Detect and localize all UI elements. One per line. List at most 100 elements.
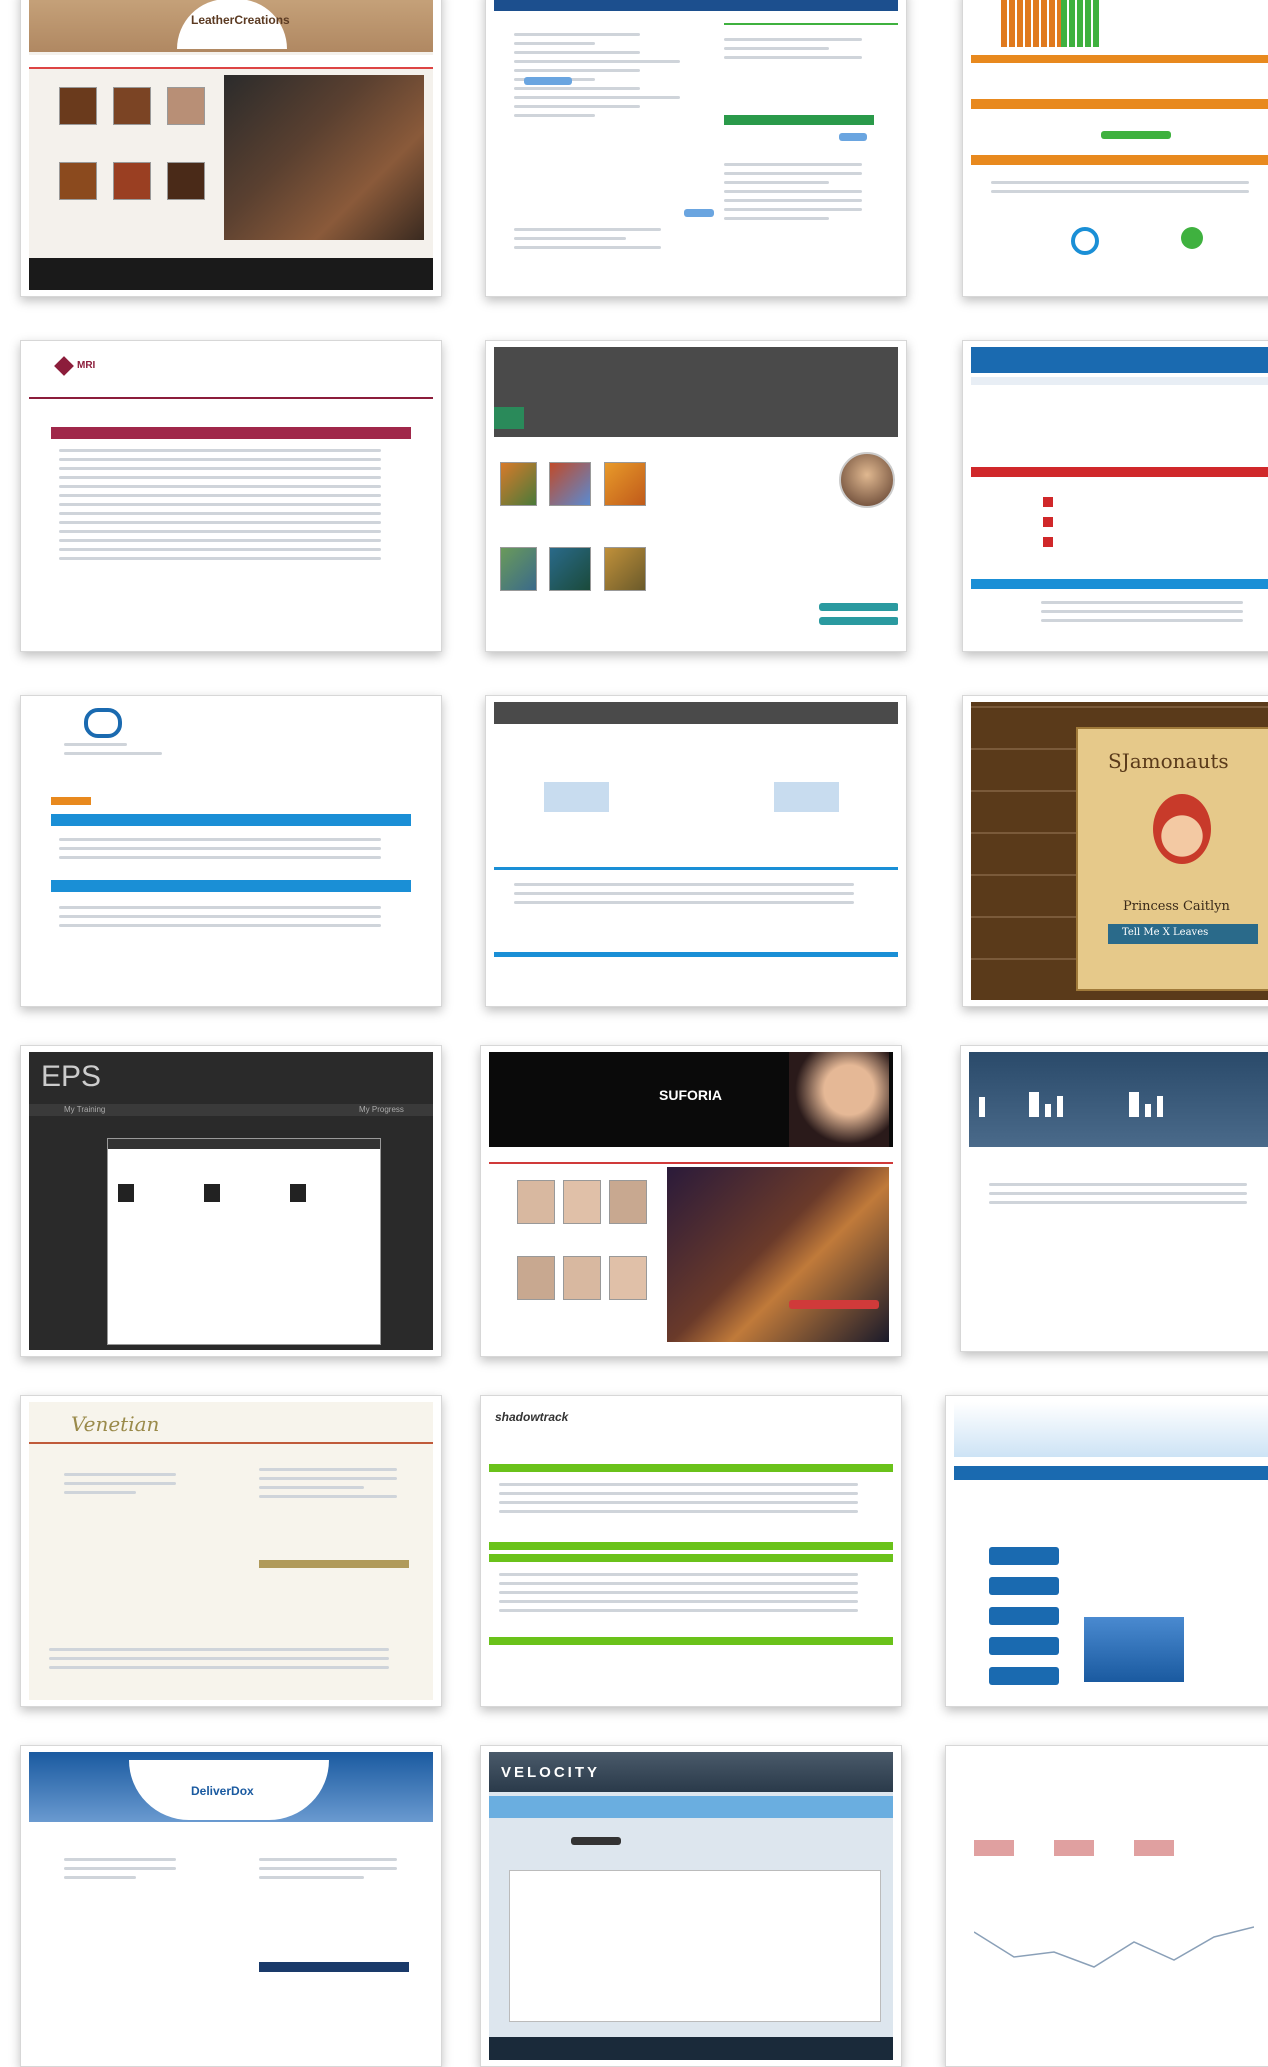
- figure-icon[interactable]: [204, 1184, 220, 1202]
- thumbnail-velocity[interactable]: VELOCITY: [480, 1745, 902, 2067]
- photo-thumb-1[interactable]: [500, 462, 537, 506]
- thumbnail-eps[interactable]: EPS My Training My Progress: [20, 1045, 442, 1357]
- shadowtrack-bar-1: [489, 1464, 893, 1472]
- progress-ring-icon: [1071, 227, 1099, 255]
- thumbnail-leather-creations[interactable]: LeatherCreations: [20, 0, 442, 297]
- photo-app-home-icon[interactable]: [494, 407, 524, 429]
- suforia-venue-image: [667, 1167, 889, 1342]
- thumbnail-hoble[interactable]: [945, 1395, 1268, 1707]
- suforia-model-image: [789, 1052, 889, 1147]
- hoble-header: [954, 1402, 1268, 1457]
- photo-app-change-button[interactable]: [819, 603, 898, 611]
- velocity-active-tab[interactable]: [571, 1837, 621, 1845]
- hoble-sidebar-button-5[interactable]: [989, 1667, 1059, 1685]
- my-groups-bar: [51, 814, 411, 826]
- jamonauts-logo: SJamonauts: [1108, 749, 1229, 773]
- kpi-tile-1[interactable]: [974, 1840, 1014, 1856]
- swatch-1[interactable]: [59, 87, 97, 125]
- stats-header: [969, 1052, 1268, 1147]
- shadowtrack-logo: shadowtrack: [495, 1410, 569, 1424]
- portrait-5[interactable]: [563, 1256, 601, 1300]
- stat-bar: [1057, 1096, 1063, 1117]
- line-chart: [974, 1926, 1254, 1968]
- form-app-button[interactable]: [524, 77, 572, 85]
- photo-app-save-button[interactable]: [819, 617, 898, 625]
- hoble-sidebar-button-3[interactable]: [989, 1607, 1059, 1625]
- hoble-sidebar-button-2[interactable]: [989, 1577, 1059, 1595]
- portrait-4[interactable]: [517, 1256, 555, 1300]
- figure-icon[interactable]: [290, 1184, 306, 1202]
- thumbnail-line-chart[interactable]: [945, 1745, 1268, 2067]
- stat-bar: [1157, 1096, 1163, 1117]
- portrait-1[interactable]: [517, 1180, 555, 1224]
- pdf-icon[interactable]: [1043, 517, 1053, 527]
- velocity-nav[interactable]: [489, 1796, 893, 1818]
- swatch-3[interactable]: [167, 87, 205, 125]
- banner-text: Tell Me X Leaves: [1122, 927, 1209, 938]
- stat-bar: [1029, 1092, 1039, 1117]
- swatch-2[interactable]: [113, 87, 151, 125]
- mri-title: MRI: [77, 360, 96, 371]
- portrait-3[interactable]: [609, 1180, 647, 1224]
- thumbnail-shadowtrack[interactable]: shadowtrack: [480, 1395, 902, 1707]
- suforia-book-button[interactable]: [789, 1300, 879, 1309]
- character-name: Princess Caitlyn: [1123, 899, 1230, 914]
- blue-welcome-nav[interactable]: [971, 377, 1268, 385]
- hoble-chart: [1084, 1617, 1184, 1682]
- thumbnail-orange-dashboard[interactable]: [962, 0, 1268, 297]
- kpi-tile-3[interactable]: [1134, 1840, 1174, 1856]
- suforia-logo: SUFORIA: [659, 1087, 722, 1103]
- leather-nav[interactable]: [29, 55, 433, 69]
- screenshot-gallery: LeatherCreations MRI SJamonauts Princess…: [0, 0, 1268, 2067]
- velocity-footer: [489, 2037, 893, 2060]
- thumbnail-form-app[interactable]: [485, 0, 907, 297]
- purchase-order-header: [51, 427, 411, 439]
- chart-box-1: [544, 782, 609, 812]
- venetian-nav-line: [29, 1442, 433, 1444]
- photo-thumb-5[interactable]: [549, 547, 591, 591]
- chart-box-2: [774, 782, 839, 812]
- photo-thumb-3[interactable]: [604, 462, 646, 506]
- portrait-2[interactable]: [563, 1180, 601, 1224]
- thumbnail-small-change[interactable]: [20, 695, 442, 1007]
- thumbnail-charts-grey[interactable]: [485, 695, 907, 1007]
- stat-bar: [1045, 1104, 1051, 1117]
- thumbnail-jamonauts-game[interactable]: SJamonauts Princess Caitlyn Tell Me X Le…: [962, 695, 1268, 1007]
- thumbnail-venetian[interactable]: Venetian: [20, 1395, 442, 1707]
- form-app-add-button[interactable]: [684, 209, 714, 217]
- shadowtrack-bar-2: [489, 1542, 893, 1550]
- hoble-sidebar-button-4[interactable]: [989, 1637, 1059, 1655]
- swatch-4[interactable]: [59, 162, 97, 200]
- swatch-5[interactable]: [113, 162, 151, 200]
- photo-thumb-2[interactable]: [549, 462, 591, 506]
- small-change-orange-tab[interactable]: [51, 797, 91, 805]
- thumbnail-stats-panel[interactable]: [960, 1045, 1268, 1352]
- eps-tab-training[interactable]: My Training: [64, 1105, 105, 1114]
- deliverdox-section-bar: [259, 1962, 409, 1972]
- figure-icon[interactable]: [118, 1184, 134, 1202]
- thumbnail-deliverdox[interactable]: DeliverDox: [20, 1745, 442, 2067]
- hoble-sidebar-button-1[interactable]: [989, 1547, 1059, 1565]
- kpi-tile-2[interactable]: [1054, 1840, 1094, 1856]
- photo-thumb-6[interactable]: [604, 547, 646, 591]
- eps-tab-progress[interactable]: My Progress: [359, 1105, 404, 1114]
- blue-welcome-header: [971, 347, 1268, 373]
- form-app-save-button[interactable]: [839, 133, 867, 141]
- swatch-6[interactable]: [167, 162, 205, 200]
- deliverdox-logo-badge: DeliverDox: [129, 1760, 329, 1820]
- thumbnail-blue-welcome[interactable]: [962, 340, 1268, 652]
- hoble-nav[interactable]: [954, 1466, 1268, 1480]
- portrait-6[interactable]: [609, 1256, 647, 1300]
- photo-thumb-4[interactable]: [500, 547, 537, 591]
- thumbnail-suforia[interactable]: SUFORIA: [480, 1045, 902, 1357]
- thumbnail-photo-app[interactable]: [485, 340, 907, 652]
- change-orders-bar: [971, 579, 1268, 589]
- chart-divider-2: [494, 952, 898, 957]
- avatar: [839, 452, 895, 508]
- pdf-icon[interactable]: [1043, 537, 1053, 547]
- character-portrait: [1153, 794, 1211, 864]
- orange-dashboard-submit[interactable]: [1101, 131, 1171, 139]
- thumbnail-purchase-orders[interactable]: MRI: [20, 340, 442, 652]
- leather-hero-image: [224, 75, 424, 240]
- pdf-icon[interactable]: [1043, 497, 1053, 507]
